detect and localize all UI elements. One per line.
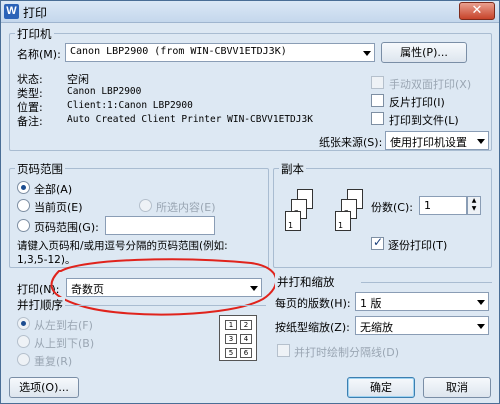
- range-pages-radio[interactable]: [17, 219, 30, 232]
- title-bar: W 打印 ✕: [1, 1, 499, 23]
- scale-select[interactable]: 无缩放: [355, 316, 489, 335]
- chevron-down-icon: [363, 51, 371, 56]
- page-range-title: 页码范围: [15, 161, 65, 177]
- manual-duplex-checkbox[interactable]: [371, 76, 384, 89]
- spin-up-icon: ▲: [471, 197, 477, 204]
- collate-order-preview: 1 2 3 4 5 6: [219, 315, 257, 361]
- print-what-select[interactable]: 奇数页: [66, 278, 262, 297]
- paper-source-select[interactable]: 使用打印机设置: [385, 131, 489, 150]
- draw-borders-label: 并打时绘制分隔线(D): [294, 346, 400, 359]
- page-range-hint: 请键入页码和/或用逗号分隔的页码范围(例如:: [17, 240, 228, 252]
- close-button[interactable]: ✕: [459, 2, 495, 20]
- type-value: Canon LBP2900: [67, 86, 142, 97]
- print-what-value: 奇数页: [71, 283, 104, 296]
- printer-group-title: 打印机: [15, 26, 54, 42]
- printer-name-label: 名称(M):: [17, 48, 61, 61]
- print-what-label: 打印(N):: [17, 283, 60, 296]
- cancel-button[interactable]: 取消: [423, 377, 491, 398]
- reverse-print-checkbox[interactable]: [371, 94, 384, 107]
- copies-spinner[interactable]: ▲ ▼: [467, 196, 481, 215]
- chevron-down-icon: [477, 139, 485, 144]
- repeat-radio[interactable]: [17, 353, 30, 366]
- reverse-print-label: 反片打印(I): [389, 96, 445, 109]
- copies-count-label: 份数(C):: [371, 201, 413, 214]
- pages-per-sheet-value: 1 版: [360, 297, 382, 310]
- collate-cell: 1: [225, 320, 237, 330]
- comment-label: 备注:: [17, 115, 43, 128]
- scale-label: 按纸型缩放(Z):: [275, 321, 350, 334]
- paper-source-label: 纸张来源(S):: [319, 136, 383, 149]
- page-range-input[interactable]: [105, 216, 215, 235]
- chevron-down-icon: [250, 286, 258, 291]
- collate-cell: 3: [225, 334, 237, 344]
- chevron-down-icon: [477, 300, 485, 305]
- page-range-hint-example: 1,3,5-12)。: [17, 254, 76, 266]
- range-current-radio[interactable]: [17, 199, 30, 212]
- options-button[interactable]: 选项(O)...: [9, 377, 79, 398]
- location-value: Client:1:Canon LBP2900: [67, 100, 193, 111]
- print-dialog: W 打印 ✕ 打印机 名称(M): Canon LBP2900 (from WI…: [0, 0, 500, 404]
- collate-cell: 5: [225, 348, 237, 358]
- chevron-down-icon: [477, 324, 485, 329]
- window-title: 打印: [23, 6, 48, 20]
- page-icon: 1: [335, 211, 351, 231]
- left-to-right-radio[interactable]: [17, 317, 30, 330]
- printer-name-select[interactable]: Canon LBP2900 (from WIN-CBVV1ETDJ3K): [65, 43, 375, 62]
- ok-button[interactable]: 确定: [347, 377, 415, 398]
- comment-value: Auto Created Client Printer WIN-CBVV1ETD…: [67, 114, 313, 125]
- draw-borders-checkbox[interactable]: [277, 344, 290, 357]
- top-to-bottom-label: 从上到下(B): [34, 337, 95, 350]
- range-current-label: 当前页(E): [34, 201, 83, 214]
- collate-order-title: 并打顺序: [15, 297, 65, 313]
- pages-per-sheet-label: 每页的版数(H):: [275, 297, 351, 310]
- pages-per-sheet-select[interactable]: 1 版: [355, 292, 489, 311]
- printer-name-value: Canon LBP2900 (from WIN-CBVV1ETDJ3K): [70, 46, 287, 57]
- paper-source-value: 使用打印机设置: [390, 136, 467, 149]
- range-selection-radio[interactable]: [139, 199, 152, 212]
- collate-cell: 4: [240, 334, 252, 344]
- collate-label: 逐份打印(T): [388, 239, 448, 252]
- zoom-title: 并打和缩放: [275, 274, 337, 290]
- spin-down-icon: ▼: [471, 205, 477, 212]
- copies-count-input[interactable]: 1: [419, 196, 467, 215]
- zoom-separator: [361, 282, 492, 283]
- properties-button[interactable]: 属性(P)...: [381, 42, 467, 63]
- collate-cell: 6: [240, 348, 252, 358]
- wps-app-icon: W: [4, 4, 19, 19]
- repeat-label: 重复(R): [34, 355, 73, 368]
- range-all-label: 全部(A): [34, 183, 73, 196]
- collate-checkbox[interactable]: [371, 235, 384, 250]
- print-to-file-label: 打印到文件(L): [389, 114, 459, 127]
- collate-order-separator: [61, 305, 266, 306]
- top-to-bottom-radio[interactable]: [17, 335, 30, 348]
- page-icon: 1: [285, 211, 301, 231]
- print-to-file-checkbox[interactable]: [371, 112, 384, 125]
- manual-duplex-label: 手动双面打印(X): [389, 78, 472, 91]
- copies-preview: 3 2 1 3 2 1: [283, 189, 369, 245]
- left-to-right-label: 从左到右(F): [34, 319, 93, 332]
- range-all-radio[interactable]: [17, 181, 30, 194]
- range-pages-label: 页码范围(G):: [34, 221, 99, 234]
- collate-cell: 2: [240, 320, 252, 330]
- copies-title: 副本: [279, 161, 306, 177]
- scale-value: 无缩放: [360, 321, 393, 334]
- range-selection-label: 所选内容(E): [156, 201, 216, 214]
- close-icon: ✕: [471, 3, 483, 18]
- status-value: 空闲: [67, 73, 89, 86]
